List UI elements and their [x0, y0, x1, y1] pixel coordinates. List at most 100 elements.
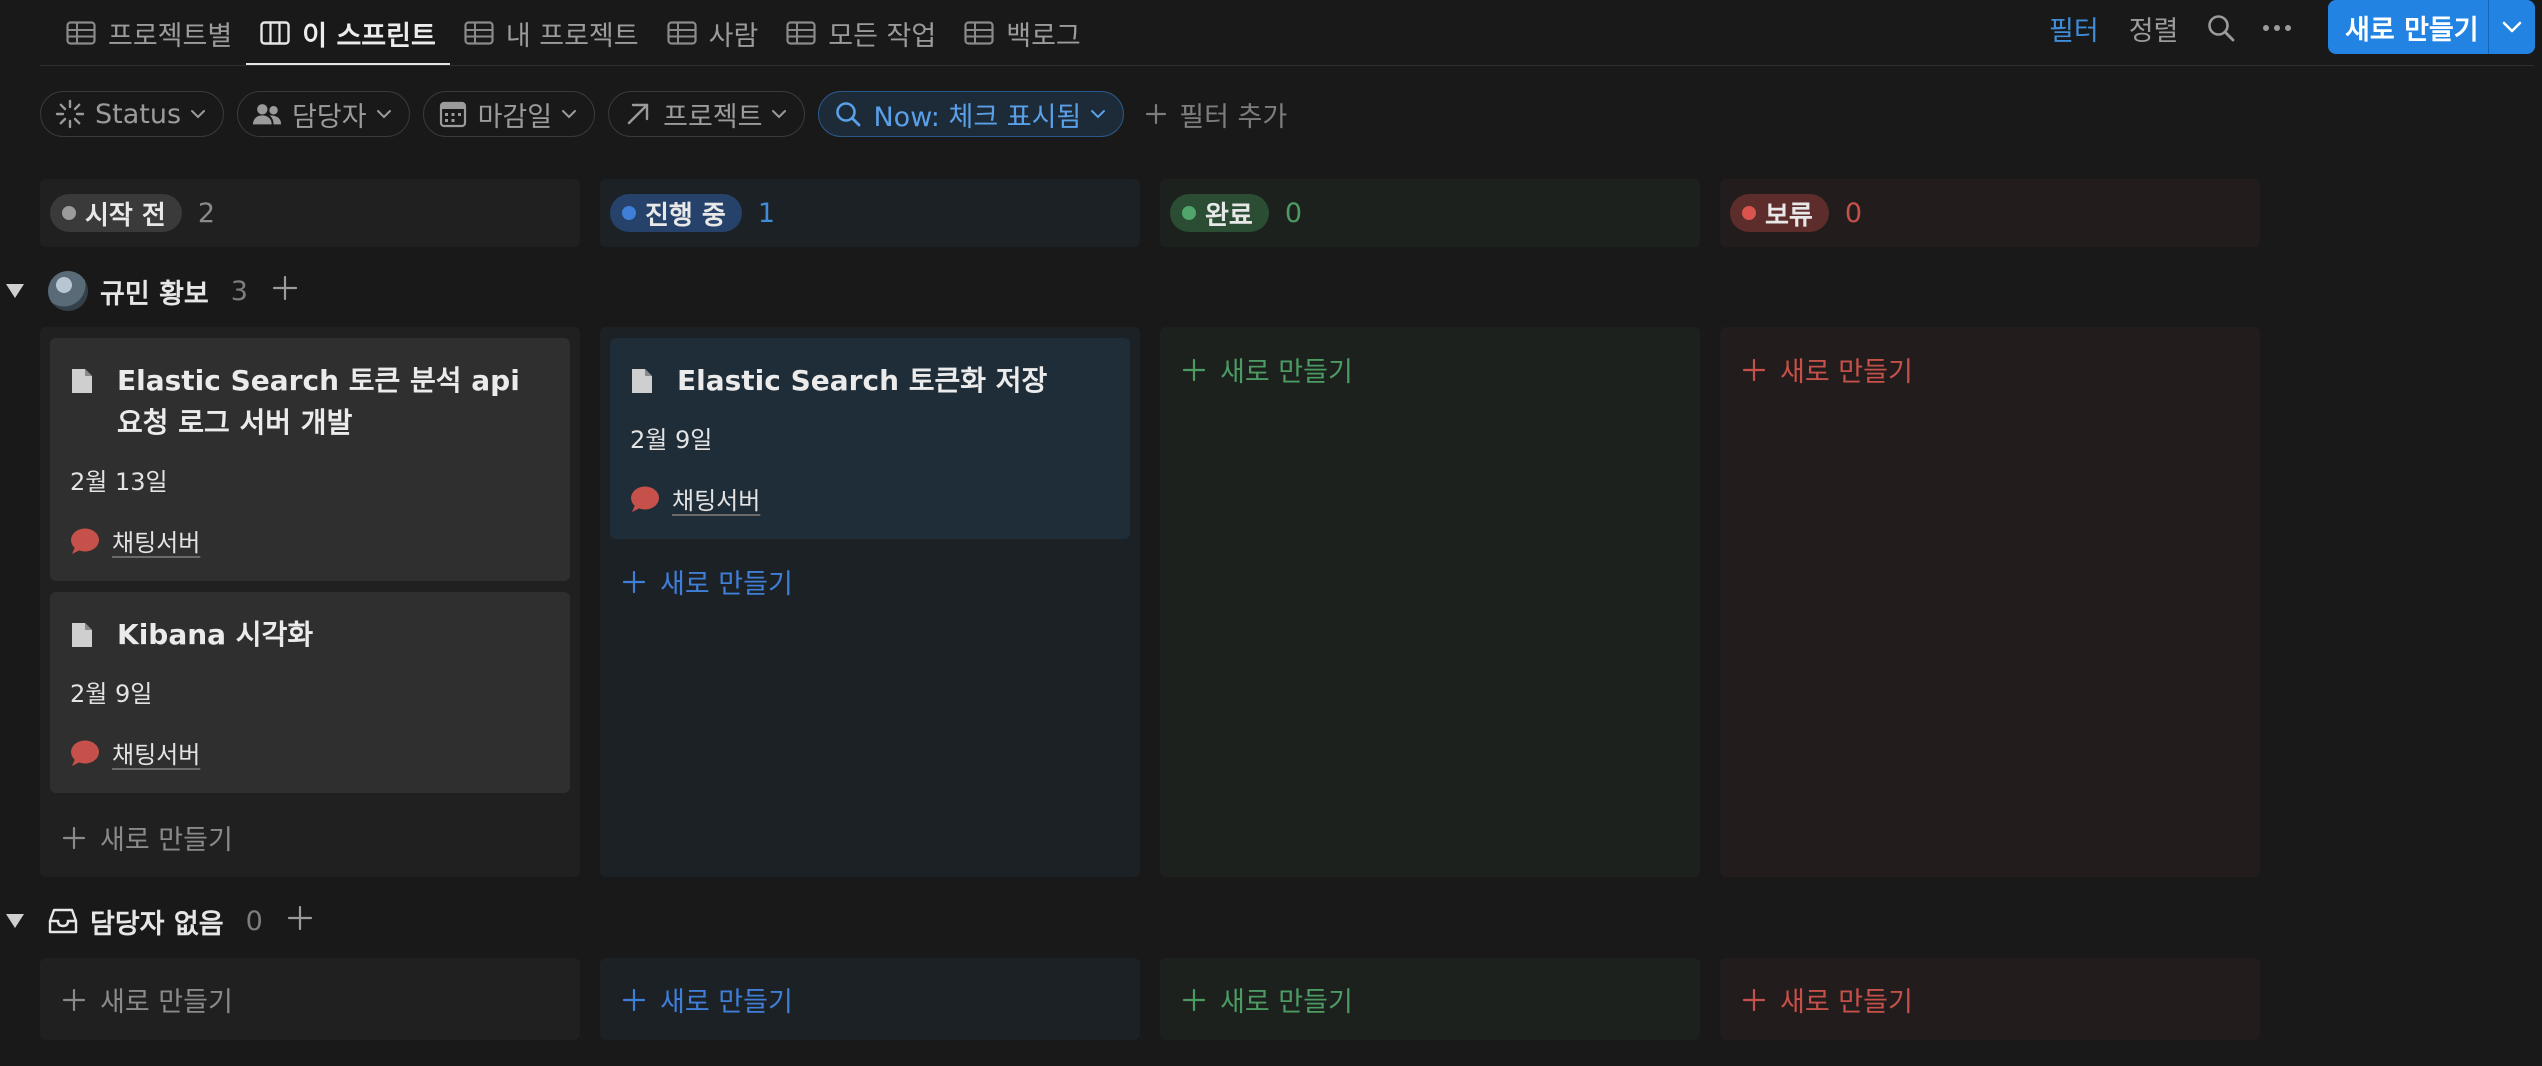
plus-icon	[622, 570, 646, 594]
filter-bar: Status 담당자 마감일 프로젝트 Now: 체크 표시됨 필터 추가	[40, 91, 1287, 137]
people-icon	[252, 99, 282, 129]
card-project-label: 채팅서버	[112, 529, 201, 557]
card-title: Elastic Search 토큰 분석 api 요청 로그 서버 개발	[70, 360, 550, 444]
filter-chip-label: Now: 체크 표시됨	[873, 101, 1082, 133]
filter-chip-project[interactable]: 프로젝트	[608, 91, 806, 137]
filter-chip-label: Status	[95, 98, 182, 130]
filter-chip-now-checked[interactable]: Now: 체크 표시됨	[818, 91, 1125, 137]
column-label: 시작 전	[85, 200, 166, 231]
speech-bubble-icon	[71, 528, 99, 554]
tab-this-sprint[interactable]: 이 스프린트	[246, 0, 450, 66]
collapse-caret-icon[interactable]	[6, 284, 24, 298]
tabs-divider	[40, 65, 2534, 66]
sort-button[interactable]: 정렬	[2129, 9, 2179, 48]
column-header-todo[interactable]: 시작 전 2	[40, 179, 580, 247]
collapse-caret-icon[interactable]	[6, 914, 24, 928]
filter-chip-label: 프로젝트	[663, 101, 763, 133]
filter-button[interactable]: 필터	[2049, 9, 2099, 48]
column-count: 0	[1284, 197, 1303, 229]
column-header-done[interactable]: 완료 0	[1160, 179, 1700, 247]
chevron-down-icon	[562, 110, 577, 119]
add-filter-label: 필터 추가	[1179, 101, 1288, 133]
status-dot	[1182, 206, 1196, 220]
card-title: Elastic Search 토큰화 저장	[630, 360, 1110, 402]
card-project[interactable]: 채팅서버	[70, 523, 550, 558]
column-count: 0	[1844, 197, 1863, 229]
tab-backlog[interactable]: 백로그	[950, 0, 1095, 66]
speech-bubble-icon	[71, 740, 99, 766]
new-item-button-on-hold[interactable]: 새로 만들기	[1742, 350, 1913, 389]
group-name: 담당자 없음	[90, 908, 224, 940]
group-count: 0	[245, 905, 263, 937]
new-button[interactable]: 새로 만들기	[2328, 0, 2535, 54]
new-item-button-in-progress[interactable]: 새로 만들기	[622, 562, 793, 601]
speech-bubble-icon	[631, 486, 659, 512]
status-dot	[62, 206, 76, 220]
filter-chip-label: 마감일	[477, 101, 553, 133]
chevron-down-icon[interactable]	[2489, 21, 2535, 33]
chevron-down-icon	[772, 110, 787, 119]
card-due-date: 2월 9일	[630, 426, 713, 454]
new-item-button-todo[interactable]: 새로 만들기	[62, 818, 233, 857]
group-header-gyumin[interactable]: 규민 황보 3	[6, 270, 298, 312]
document-icon	[72, 369, 92, 393]
tab-my-projects[interactable]: 내 프로젝트	[450, 0, 653, 66]
task-card[interactable]: Kibana 시각화 2월 9일 채팅서버	[50, 592, 570, 793]
group-count: 3	[230, 275, 248, 307]
column-count: 2	[197, 197, 215, 229]
status-dot	[622, 206, 636, 220]
plus-icon	[1145, 103, 1167, 125]
card-project-label: 채팅서버	[112, 741, 201, 769]
card-project[interactable]: 채팅서버	[70, 735, 550, 770]
filter-chip-status[interactable]: Status	[40, 91, 225, 137]
task-card[interactable]: Elastic Search 토큰 분석 api 요청 로그 서버 개발 2월 …	[50, 338, 570, 581]
plus-icon	[62, 826, 86, 850]
new-item-label: 새로 만들기	[660, 987, 793, 1018]
new-item-label: 새로 만들기	[1220, 357, 1353, 388]
status-dot	[1742, 206, 1756, 220]
table-icon	[66, 21, 96, 45]
new-item-label: 새로 만들기	[100, 987, 233, 1018]
table-icon	[786, 21, 816, 45]
plus-icon[interactable]	[272, 275, 298, 308]
status-pill: 진행 중	[610, 194, 742, 232]
new-item-button-on-hold[interactable]: 새로 만들기	[1742, 980, 1913, 1019]
search-icon[interactable]	[2204, 11, 2238, 45]
card-project[interactable]: 채팅서버	[630, 481, 1110, 516]
tab-label: 사람	[708, 20, 759, 52]
new-item-button-todo[interactable]: 새로 만들기	[62, 980, 233, 1019]
card-title-text: Kibana 시각화	[117, 618, 314, 651]
table-icon	[464, 21, 494, 45]
new-item-button-done[interactable]: 새로 만들기	[1182, 980, 1353, 1019]
new-item-button-done[interactable]: 새로 만들기	[1182, 350, 1353, 389]
group-header-unassigned[interactable]: 담당자 없음 0	[6, 900, 313, 942]
chevron-down-icon	[191, 110, 206, 119]
card-title-text: Elastic Search 토큰 분석 api 요청 로그 서버 개발	[117, 364, 520, 439]
new-item-label: 새로 만들기	[1780, 357, 1913, 388]
column-header-in-progress[interactable]: 진행 중 1	[600, 179, 1140, 247]
more-options-icon[interactable]	[2260, 11, 2294, 45]
filter-chip-assignee[interactable]: 담당자	[237, 91, 410, 137]
tab-people[interactable]: 사람	[653, 0, 773, 66]
new-item-label: 새로 만들기	[1220, 987, 1353, 1018]
tab-projects[interactable]: 프로젝트별	[52, 0, 246, 66]
tab-all-tasks[interactable]: 모든 작업	[772, 0, 950, 66]
column-header-on-hold[interactable]: 보류 0	[1720, 179, 2260, 247]
filter-chip-due-date[interactable]: 마감일	[422, 91, 596, 137]
status-spinner-icon	[55, 99, 85, 129]
card-project-label: 채팅서버	[672, 487, 761, 515]
tab-label: 프로젝트별	[108, 20, 233, 52]
plus-icon	[62, 988, 86, 1012]
document-icon	[72, 623, 92, 647]
lane-on-hold	[1720, 327, 2260, 877]
tab-label: 내 프로젝트	[505, 20, 639, 52]
plus-icon	[1182, 988, 1206, 1012]
add-filter-button[interactable]: 필터 추가	[1145, 95, 1287, 134]
column-count: 1	[757, 197, 775, 229]
task-card[interactable]: Elastic Search 토큰화 저장 2월 9일 채팅서버	[610, 338, 1130, 539]
column-label: 보류	[1765, 200, 1813, 231]
plus-icon[interactable]	[287, 905, 313, 938]
new-item-button-in-progress[interactable]: 새로 만들기	[622, 980, 793, 1019]
column-label: 진행 중	[645, 200, 726, 231]
table-icon	[964, 21, 994, 45]
